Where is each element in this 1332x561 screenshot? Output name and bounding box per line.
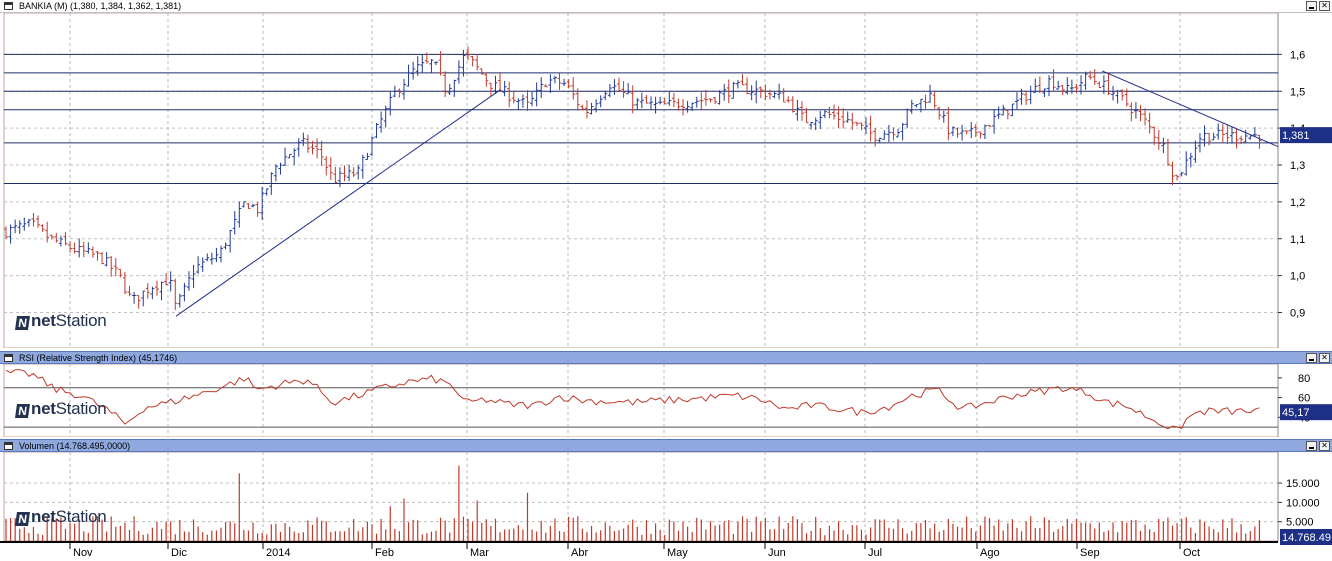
volume-plot-frame — [3, 452, 1279, 542]
logo-net-text: net — [31, 507, 56, 526]
volume-last-value-label: 14.768.49 — [1282, 532, 1331, 544]
volume-pane-title: Volumen (14.768.495,0000) — [19, 441, 131, 451]
netstation-logo-mark: N — [15, 512, 30, 526]
x-axis-label-3: Feb — [375, 547, 394, 559]
volume-pane-titlebar[interactable]: Volumen (14.768.495,0000) ✕ — [0, 439, 1332, 452]
x-axis-label-0: Nov — [73, 547, 93, 559]
x-axis-label-4: Mar — [470, 547, 489, 559]
netstation-logo: NnetStation — [15, 399, 107, 419]
price-pane: BANKIA (M) (1,380, 1,384, 1,362, 1,381) … — [0, 0, 1332, 348]
price-chart[interactable]: 0,91,01,11,21,31,41,51,61,381 — [0, 13, 1332, 348]
logo-net-text: net — [31, 399, 56, 418]
close-button[interactable]: ✕ — [1319, 1, 1330, 11]
rsi-plot-frame — [3, 364, 1279, 437]
price-ytick-label-6: 1,5 — [1290, 86, 1305, 98]
price-last-value-label: 1,381 — [1282, 130, 1310, 142]
minimize-button[interactable] — [1306, 1, 1317, 11]
minimize-button[interactable] — [1306, 441, 1317, 451]
price-ytick-label-2: 1,1 — [1290, 234, 1305, 246]
x-axis-label-10: Sep — [1080, 547, 1100, 559]
price-pane-title: BANKIA (M) (1,380, 1,384, 1,362, 1,381) — [19, 1, 182, 11]
volume-pane: Volumen (14.768.495,0000) ✕ 5.000 10.000 1… — [0, 439, 1332, 561]
netstation-logo-mark: N — [15, 404, 30, 418]
rsi-ytick-label-2: 80 — [1298, 373, 1310, 385]
window-icon — [4, 354, 13, 362]
x-axis-label-1: Dic — [171, 547, 187, 559]
window-icon — [4, 442, 13, 450]
netstation-logo: NnetStation — [15, 507, 107, 527]
x-axis-label-5: Abr — [571, 547, 588, 559]
rsi-last-value-label: 45,17 — [1282, 407, 1310, 419]
volume-ytick-label-2: 15.000 — [1286, 478, 1320, 490]
logo-station-text: Station — [55, 507, 107, 526]
x-axis-label-9: Ago — [980, 547, 1000, 559]
price-plot-frame — [3, 13, 1279, 348]
x-axis-label-6: May — [667, 547, 688, 559]
price-trendline-1 — [1101, 70, 1279, 148]
price-ytick-label-4: 1,3 — [1290, 160, 1305, 172]
rsi-pane: RSI (Relative Strength Index) (45,1746) … — [0, 351, 1332, 437]
price-ytick-label-0: 0,9 — [1290, 308, 1305, 320]
window-icon — [4, 2, 13, 10]
logo-station-text: Station — [55, 399, 107, 418]
netstation-logo: NnetStation — [15, 311, 107, 331]
volume-ytick-label-1: 10.000 — [1286, 497, 1320, 509]
close-button[interactable]: ✕ — [1319, 353, 1330, 363]
rsi-pane-titlebar[interactable]: RSI (Relative Strength Index) (45,1746) … — [0, 351, 1332, 364]
x-axis-label-7: Jun — [768, 547, 786, 559]
volume-ytick-label-0: 5.000 — [1286, 517, 1314, 529]
price-ytick-label-7: 1,6 — [1290, 49, 1305, 61]
minimize-button[interactable] — [1306, 353, 1317, 363]
rsi-ytick-label-1: 60 — [1298, 393, 1310, 405]
x-axis-label-2: 2014 — [266, 547, 290, 559]
rsi-line — [5, 369, 1260, 430]
price-trendline-0 — [175, 88, 502, 317]
x-axis-label-11: Oct — [1183, 547, 1200, 559]
logo-net-text: net — [31, 311, 56, 330]
price-pane-titlebar[interactable]: BANKIA (M) (1,380, 1,384, 1,362, 1,381) … — [0, 0, 1332, 13]
logo-station-text: Station — [55, 311, 107, 330]
close-button[interactable]: ✕ — [1319, 441, 1330, 451]
netstation-logo-mark: N — [15, 316, 30, 330]
price-ytick-label-3: 1,2 — [1290, 197, 1305, 209]
x-axis-label-8: Jul — [868, 547, 882, 559]
price-ytick-label-1: 1,0 — [1290, 271, 1305, 283]
volume-chart[interactable]: 5.000 10.000 15.000 14.768.49 Nov Dic 2014 Feb M… — [0, 452, 1332, 561]
rsi-chart[interactable]: 40608045,17 — [0, 364, 1332, 437]
rsi-pane-title: RSI (Relative Strength Index) (45,1746) — [19, 353, 178, 363]
